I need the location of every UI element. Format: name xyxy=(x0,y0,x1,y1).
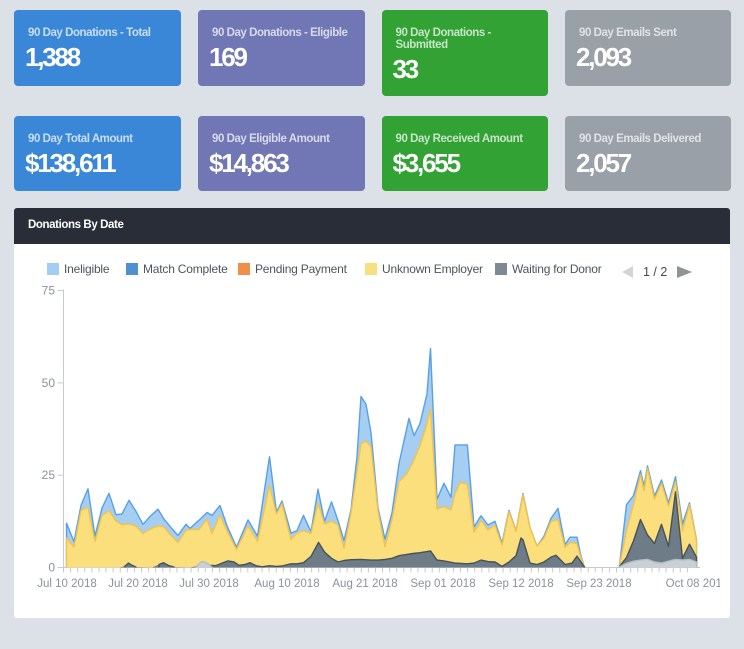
svg-text:25: 25 xyxy=(42,468,56,482)
svg-text:Aug 10 2018: Aug 10 2018 xyxy=(254,578,319,590)
svg-text:0: 0 xyxy=(48,561,55,575)
svg-text:75: 75 xyxy=(42,284,56,298)
svg-text:50: 50 xyxy=(42,376,56,390)
svg-text:Jul 10 2018: Jul 10 2018 xyxy=(37,578,96,590)
svg-text:Sep 23 2018: Sep 23 2018 xyxy=(566,578,631,590)
svg-text:Aug 21 2018: Aug 21 2018 xyxy=(332,578,397,590)
svg-text:Oct 08 2018: Oct 08 2018 xyxy=(666,578,729,590)
svg-text:Jul 30 2018: Jul 30 2018 xyxy=(179,578,238,590)
svg-text:Jul 20 2018: Jul 20 2018 xyxy=(108,578,167,590)
svg-text:Sep 01 2018: Sep 01 2018 xyxy=(410,578,475,590)
svg-text:Sep 12 2018: Sep 12 2018 xyxy=(488,578,553,590)
